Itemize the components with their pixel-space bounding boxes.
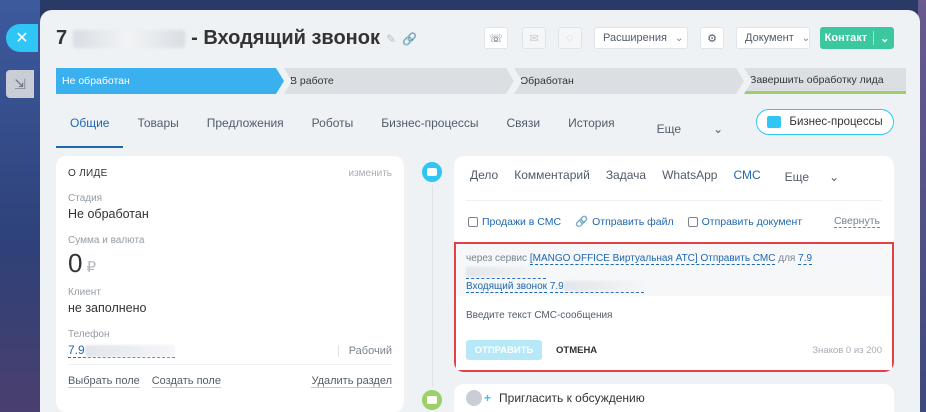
select-field-link[interactable]: Выбрать поле	[68, 375, 140, 388]
user-avatar-icon	[466, 390, 482, 406]
document-dropdown[interactable]: Документ ⌄	[736, 27, 810, 49]
cancel-button[interactable]: ОТМЕНА	[556, 345, 597, 356]
phone-icon: ☏	[489, 32, 503, 45]
activity-tab-deal[interactable]: Дело	[462, 166, 506, 200]
amount-label: Сумма и валюта	[68, 235, 145, 246]
create-field-link[interactable]: Создать поле	[151, 375, 221, 388]
redacted-phone	[73, 29, 186, 48]
tab-robots[interactable]: Роботы	[298, 110, 368, 148]
tab-more[interactable]: Еще ⌄	[629, 110, 751, 148]
chevron-down-icon: ⌄	[674, 32, 684, 44]
phone-link[interactable]: 7.9	[68, 343, 175, 358]
link-icon[interactable]: 🔗	[402, 32, 417, 46]
activity-tab-whatsapp[interactable]: WhatsApp	[654, 166, 725, 200]
timeline-line	[432, 180, 433, 412]
stage-bar: Не обработан В работе Обработан Завершит…	[56, 68, 906, 94]
sms-compose-box: через сервис [MANGO OFFICE Виртуальная А…	[454, 242, 894, 372]
invite-to-discussion[interactable]: + Пригласить к обсуждению	[454, 384, 894, 412]
stage-label: Стадия	[68, 193, 103, 204]
contact-button[interactable]: Контакт ⌄	[820, 27, 894, 49]
delete-section-link[interactable]: Удалить раздел	[311, 375, 392, 388]
currency-symbol: ₽	[86, 259, 97, 276]
tab-business-processes[interactable]: Бизнес-процессы	[367, 110, 492, 148]
activity-tab-task[interactable]: Задача	[598, 166, 654, 200]
timeline-sms-icon	[419, 159, 445, 185]
collapse-link[interactable]: Свернуть	[833, 215, 880, 228]
stage-processed[interactable]: Обработан	[514, 68, 744, 94]
stage-not-processed[interactable]: Не обработан	[56, 68, 284, 94]
tab-history[interactable]: История	[554, 110, 629, 148]
send-file-action[interactable]: 🔗 Отправить файл	[575, 215, 674, 229]
extensions-label: Расширения	[603, 32, 667, 44]
edit-pencil-icon[interactable]: ✎	[386, 32, 396, 46]
chevron-down-icon: ⌄	[713, 122, 724, 136]
title-suffix: - Входящий звонок	[191, 27, 380, 49]
amount-value: 0 ₽	[68, 248, 97, 278]
activity-editor: Дело Комментарий Задача WhatsApp СМС Еще…	[454, 156, 894, 372]
minimize-slider-button[interactable]: ⇲	[6, 70, 34, 98]
client-label: Клиент	[68, 287, 101, 298]
tab-links[interactable]: Связи	[493, 110, 555, 148]
chevron-down-icon: ⌄	[801, 32, 811, 44]
document-icon	[468, 216, 478, 227]
business-process-icon	[767, 116, 782, 128]
file-icon	[687, 216, 698, 227]
email-button[interactable]: ✉	[522, 27, 546, 49]
char-counter: Знаков 0 из 200	[812, 344, 882, 356]
activity-tab-more[interactable]: Еще ⌄	[769, 166, 855, 200]
sms-sender-info: через сервис [MANGO OFFICE Виртуальная А…	[456, 244, 892, 296]
client-value: не заполнено	[68, 301, 147, 315]
lead-slider-panel: 7 - Входящий звонок ✎ 🔗 ☏ ✉ ◌ Расширения…	[40, 10, 920, 412]
edit-link[interactable]: изменить	[348, 168, 392, 179]
title-prefix: 7	[56, 27, 68, 49]
send-button[interactable]: ОТПРАВИТЬ	[466, 340, 542, 360]
extensions-dropdown[interactable]: Расширения ⌄	[594, 27, 688, 49]
activity-tabs: Дело Комментарий Задача WhatsApp СМС Еще…	[454, 156, 894, 200]
business-processes-button[interactable]: Бизнес-процессы	[756, 109, 894, 135]
lead-info-card: О ЛИДЕ изменить Стадия Не обработан Сумм…	[56, 156, 404, 412]
window-backdrop-left	[0, 0, 40, 412]
document-label: Документ	[745, 32, 794, 44]
call-button[interactable]: ☏	[484, 27, 508, 49]
page-title: 7 - Входящий звонок ✎ 🔗	[56, 27, 417, 50]
main-tabs: Общие Товары Предложения Роботы Бизнес-п…	[56, 110, 751, 148]
contact-label: Контакт	[824, 32, 868, 44]
settings-button[interactable]: ⚙	[700, 27, 724, 49]
sms-call-link[interactable]: Входящий звонок	[466, 281, 548, 293]
chat-button[interactable]: ◌	[558, 27, 582, 49]
phone-label: Телефон	[68, 329, 110, 340]
stage-finish[interactable]: Завершить обработку лида	[744, 68, 906, 94]
sms-text-input[interactable]: Введите текст СМС-сообщения	[456, 296, 892, 340]
card-title: О ЛИДЕ	[68, 168, 108, 179]
gear-icon: ⚙	[707, 32, 717, 45]
close-slider-button[interactable]: ✕	[6, 24, 38, 52]
chevron-down-icon: ⌄	[829, 170, 840, 184]
close-icon: ✕	[15, 30, 29, 47]
paperclip-icon: 🔗	[575, 216, 589, 228]
stage-value: Не обработан	[68, 207, 149, 221]
tab-offers[interactable]: Предложения	[193, 110, 298, 148]
stage-in-progress[interactable]: В работе	[284, 68, 514, 94]
sms-actions: Продажи в СМС 🔗 Отправить файл Отправить …	[454, 201, 894, 228]
activity-tab-comment[interactable]: Комментарий	[506, 166, 598, 200]
activity-tab-sms[interactable]: СМС	[725, 166, 768, 200]
arrow-down-icon: ⇲	[14, 75, 26, 92]
tab-products[interactable]: Товары	[123, 110, 192, 148]
send-document-action[interactable]: Отправить документ	[687, 216, 802, 228]
chat-icon: ◌	[566, 32, 574, 44]
tab-general[interactable]: Общие	[56, 110, 124, 148]
mail-icon: ✉	[529, 32, 539, 45]
sms-service-link[interactable]: [MANGO OFFICE Виртуальная АТС] Отправить…	[529, 253, 776, 265]
timeline-chat-icon	[419, 387, 445, 412]
sms-call-phone-link[interactable]: 7.9	[549, 281, 644, 293]
sales-sms-action[interactable]: Продажи в СМС	[468, 216, 561, 228]
phone-type: Рабочий	[337, 344, 392, 357]
chevron-down-icon: ⌄	[880, 32, 890, 45]
plus-icon: +	[484, 391, 492, 405]
